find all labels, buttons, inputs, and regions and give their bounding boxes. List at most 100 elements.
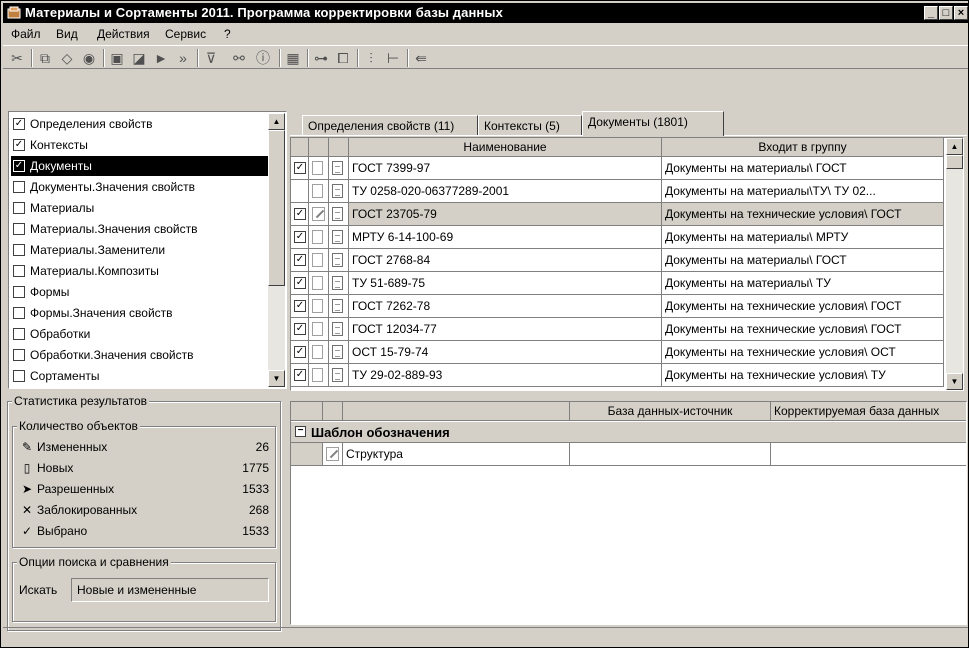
list-item[interactable]: Документы.Значения свойств xyxy=(11,177,268,197)
fast-forward-icon[interactable]: » xyxy=(173,48,193,68)
checked-checkbox[interactable]: ✓ xyxy=(294,368,306,381)
checkbox[interactable] xyxy=(13,349,25,361)
checked-checkbox[interactable]: ✓ xyxy=(294,322,306,335)
eraser-icon[interactable]: ◇ xyxy=(57,48,77,68)
maximize-button[interactable]: □ xyxy=(939,6,953,20)
scroll-thumb[interactable] xyxy=(268,130,285,286)
list-item[interactable]: Обработки.Значения свойств xyxy=(11,345,268,365)
tab-documents[interactable]: Документы (1801) xyxy=(582,111,724,136)
col-header-state[interactable] xyxy=(309,138,329,157)
list-item[interactable]: Материалы.Заменители xyxy=(11,240,268,260)
col-header-state[interactable] xyxy=(323,402,343,421)
close-button[interactable]: × xyxy=(954,6,968,20)
grid-icon[interactable]: ▦ xyxy=(283,48,303,68)
diff-icon[interactable]: ⊶ xyxy=(311,48,331,68)
col-header-expand[interactable] xyxy=(291,402,323,421)
binoculars-icon[interactable]: ⚯ xyxy=(229,48,249,68)
menu-service[interactable]: Сервис xyxy=(165,27,206,41)
col-header-source[interactable]: База данных-источник xyxy=(570,402,771,421)
columns-icon[interactable]: ⫶ xyxy=(361,48,381,68)
accept-icon[interactable]: ▣ xyxy=(107,48,127,68)
scroll-thumb[interactable] xyxy=(946,155,963,169)
documents-scrollbar[interactable]: ▲ ▼ xyxy=(946,138,963,390)
table-row[interactable]: Структура xyxy=(291,443,966,466)
table-row[interactable]: ✓ ГОСТ 23705-79 Документы на технические у… xyxy=(291,203,963,226)
list-item[interactable]: ✓ Контексты xyxy=(11,135,268,155)
col-header-field[interactable] xyxy=(343,402,570,421)
menu-help[interactable]: ? xyxy=(224,27,231,41)
table-row[interactable]: ✓ ОСТ 15-79-74 Документы на технические ус… xyxy=(291,341,963,364)
menu-file[interactable]: Файл xyxy=(11,27,41,41)
row-check-cell[interactable]: ✓ xyxy=(291,272,309,295)
checked-checkbox[interactable]: ✓ xyxy=(13,160,25,172)
row-check-cell[interactable]: ✓ xyxy=(291,341,309,364)
copy-db-icon[interactable]: ⧉ xyxy=(35,48,55,68)
col-header-group[interactable]: Входит в группу xyxy=(662,138,944,157)
stop-icon[interactable]: ◉ xyxy=(79,48,99,68)
table-row[interactable]: ✓ ГОСТ 2768-84 Документы на материалы\ ГОС… xyxy=(291,249,963,272)
list-item[interactable]: Формы xyxy=(11,282,268,302)
collapse-icon[interactable]: − xyxy=(295,426,306,437)
checked-checkbox[interactable]: ✓ xyxy=(294,161,306,174)
checkbox[interactable] xyxy=(13,244,25,256)
list-item[interactable]: ✓ Определения свойств xyxy=(11,114,268,134)
group-row[interactable]: − Шаблон обозначения xyxy=(291,422,966,443)
tools-icon[interactable]: ✂ xyxy=(7,48,27,68)
tab-property-definitions[interactable]: Определения свойств (11) xyxy=(302,115,478,136)
row-check-cell[interactable] xyxy=(291,180,309,203)
checked-checkbox[interactable]: ✓ xyxy=(294,207,306,220)
list-item[interactable]: Формы.Значения свойств xyxy=(11,303,268,323)
search-mode-select[interactable]: Новые и измененные xyxy=(71,578,269,602)
row-check-cell[interactable]: ✓ xyxy=(291,318,309,341)
checkbox[interactable] xyxy=(13,286,25,298)
table-row[interactable]: ТУ 0258-020-06377289-2001 Документы на ма… xyxy=(291,180,963,203)
next-icon[interactable]: ► xyxy=(151,48,171,68)
table-row[interactable]: ✓ ГОСТ 7399-97 Документы на материалы\ ГОС… xyxy=(291,157,963,180)
checked-checkbox[interactable]: ✓ xyxy=(294,253,306,266)
row-check-cell[interactable]: ✓ xyxy=(291,226,309,249)
table-row[interactable]: ✓ ГОСТ 12034-77 Документы на технические у… xyxy=(291,318,963,341)
info-icon[interactable]: ⓘ xyxy=(253,48,273,68)
col-header-target[interactable]: Корректируемая база данных xyxy=(771,402,966,421)
table-row[interactable]: ✓ ГОСТ 7262-78 Документы на технические ус… xyxy=(291,295,963,318)
filter-icon[interactable]: ⊽ xyxy=(201,48,221,68)
checked-checkbox[interactable]: ✓ xyxy=(13,118,25,130)
col-header-name[interactable]: Наименование xyxy=(349,138,662,157)
list-item[interactable]: Обработки xyxy=(11,324,268,344)
row-check-cell[interactable]: ✓ xyxy=(291,157,309,180)
checked-checkbox[interactable]: ✓ xyxy=(294,345,306,358)
minimize-button[interactable]: _ xyxy=(924,6,938,20)
list-item[interactable]: ✓ Документы xyxy=(11,156,268,176)
menu-view[interactable]: Вид xyxy=(56,27,78,41)
row-check-cell[interactable]: ✓ xyxy=(291,364,309,387)
list-item[interactable]: Материалы.Значения свойств xyxy=(11,219,268,239)
row-check-cell[interactable]: ✓ xyxy=(291,203,309,226)
list-item[interactable]: Сортаменты xyxy=(11,366,268,386)
copy-icon[interactable]: ⧠ xyxy=(333,48,353,68)
reject-icon[interactable]: ◪ xyxy=(129,48,149,68)
col-header-type[interactable] xyxy=(329,138,349,157)
checklist-scrollbar[interactable]: ▲ ▼ xyxy=(268,113,285,387)
scroll-down-icon[interactable]: ▼ xyxy=(268,370,285,387)
checkbox[interactable] xyxy=(13,370,25,382)
checkbox[interactable] xyxy=(13,181,25,193)
row-check-cell[interactable]: ✓ xyxy=(291,295,309,318)
tab-contexts[interactable]: Контексты (5) xyxy=(478,115,582,136)
scroll-up-icon[interactable]: ▲ xyxy=(268,113,285,130)
checked-checkbox[interactable]: ✓ xyxy=(294,276,306,289)
row-check-cell[interactable]: ✓ xyxy=(291,249,309,272)
menu-actions[interactable]: Действия xyxy=(97,27,150,41)
exit-icon[interactable]: ⇚ xyxy=(411,48,431,68)
checked-checkbox[interactable]: ✓ xyxy=(13,139,25,151)
checkbox[interactable] xyxy=(13,223,25,235)
checked-checkbox[interactable]: ✓ xyxy=(294,230,306,243)
checkbox[interactable] xyxy=(13,328,25,340)
checkbox[interactable] xyxy=(13,307,25,319)
col-header-check[interactable] xyxy=(291,138,309,157)
scroll-down-icon[interactable]: ▼ xyxy=(946,373,963,390)
table-row[interactable]: ✓ ТУ 29-02-889-93 Документы на технические… xyxy=(291,364,963,387)
list-item[interactable]: Материалы xyxy=(11,198,268,218)
list-item[interactable]: Материалы.Композиты xyxy=(11,261,268,281)
checkbox[interactable] xyxy=(13,265,25,277)
checkbox[interactable] xyxy=(13,202,25,214)
